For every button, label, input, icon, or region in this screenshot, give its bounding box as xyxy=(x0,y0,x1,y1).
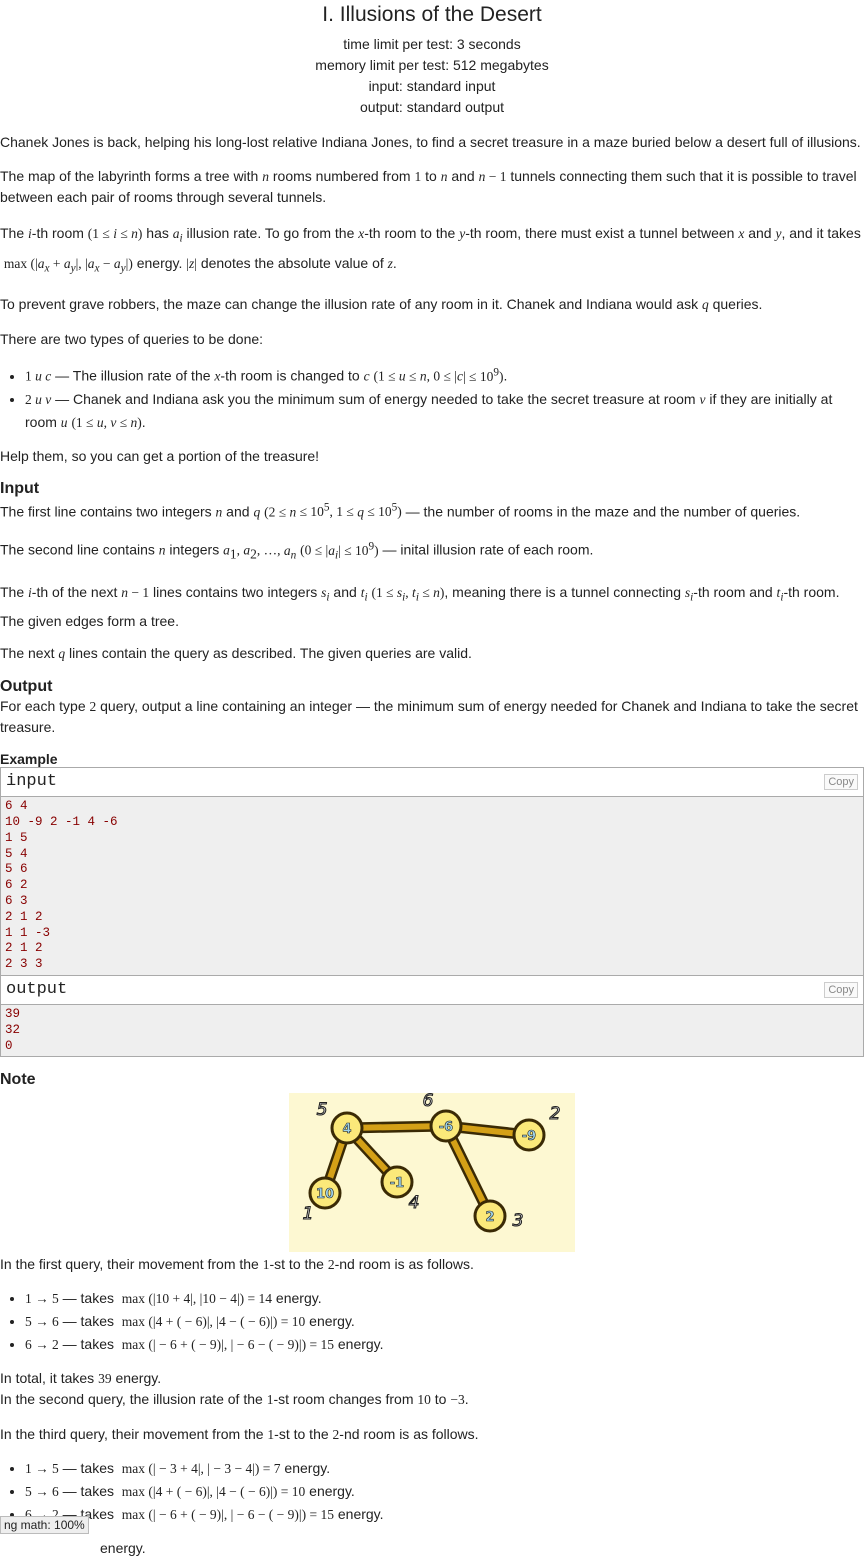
input-label: input xyxy=(6,772,58,792)
tree-node-value: -9 xyxy=(522,1129,536,1144)
note-p3: In the second query, the illusion rate o… xyxy=(0,1391,469,1408)
input-type: input: standard input xyxy=(368,78,496,94)
output-p1: For each type 2 query, output a line con… xyxy=(0,698,858,736)
tree-node-value: -6 xyxy=(439,1120,453,1135)
statement-p3: The i-th room (1 ≤ i ≤ n) has ai illusio… xyxy=(0,225,861,275)
sample-line: 2 1 2 xyxy=(5,909,43,924)
sample-line: 6 4 xyxy=(5,799,28,814)
query-type-2: 2 u v — Chanek and Indiana ask you the m… xyxy=(25,388,864,434)
math-zoom-indicator[interactable]: ng math: 100% xyxy=(0,1516,89,1534)
tree-node-value: -1 xyxy=(390,1176,404,1191)
sample-test: input Copy 6 4 10 -9 2 -1 4 -6 1 55 45 66 … xyxy=(0,767,864,1058)
sample-output[interactable]: 39 32 0 xyxy=(1,1005,863,1057)
sample-line: 32 xyxy=(5,1022,21,1037)
statement-p1: Chanek Jones is back, helping his long-l… xyxy=(0,134,861,150)
statement-p5: There are two types of queries to be don… xyxy=(0,331,264,348)
example-heading: Example xyxy=(0,751,58,768)
tree-node-label: 3 xyxy=(513,1211,524,1231)
tree-figure: 45-66-92101-142 3 xyxy=(302,1091,561,1233)
copy-output-button[interactable]: Copy xyxy=(824,982,858,999)
sample-line: 10 -9 2 -1 4 -6 xyxy=(5,815,118,830)
step: 1 → 5 — takes max (| − 3 + 4|, | − 3 − 4… xyxy=(25,1457,864,1480)
note-p4: In the third query, their movement from … xyxy=(0,1426,479,1443)
output-label: output xyxy=(6,980,68,1000)
input-p2: The second line contains n integers a1, … xyxy=(0,540,594,562)
note-heading: Note xyxy=(0,1071,36,1089)
step: 1 → 5 — takes max (|10 + 4|, |10 − 4|) =… xyxy=(25,1287,864,1310)
problem-title: I. Illusions of the Desert xyxy=(322,3,542,26)
statement-p6: Help them, so you can get a portion of t… xyxy=(0,447,320,464)
query1-steps: 1 → 5 — takes max (|10 + 4|, |10 − 4|) =… xyxy=(0,1287,864,1356)
note-p1: In the first query, their movement from … xyxy=(0,1256,474,1273)
sample-line: 2 1 2 xyxy=(5,941,43,956)
problem-header: I. Illusions of the Desert time limit pe… xyxy=(0,2,864,118)
copy-input-button[interactable]: Copy xyxy=(824,774,858,791)
sample-line: 1 1 -3 xyxy=(5,925,51,940)
sample-line: 5 4 xyxy=(5,846,28,861)
tree-node-label: 5 xyxy=(317,1100,328,1120)
sample-line: 6 3 xyxy=(5,894,28,909)
step: 6 → 2 — takes max (| − 6 + ( − 9)|, | − … xyxy=(25,1333,864,1356)
note-figure: 4 5 -6 6 -9 2 10 1 -1 4 2 3 xyxy=(289,1091,575,1253)
tree-node-label: 6 xyxy=(423,1093,434,1111)
sample-line: 5 6 xyxy=(5,862,28,877)
query3-steps: 1 → 5 — takes max (| − 3 + 4|, | − 3 − 4… xyxy=(0,1457,864,1526)
memory-limit: memory limit per test: 512 megabytes xyxy=(315,57,549,73)
tree-node-value: 4 xyxy=(342,1122,351,1137)
problem-statement: Chanek Jones is back, helping his long-l… xyxy=(0,132,864,1558)
query-types: 1 u c — The illusion rate of the x-th ro… xyxy=(0,361,864,434)
sample-line: 2 3 3 xyxy=(5,957,43,972)
tree-node-value: 10 xyxy=(316,1187,334,1202)
tree-node-value: 2 xyxy=(485,1210,494,1225)
time-limit: time limit per test: 3 seconds xyxy=(343,36,521,52)
output-type: output: standard output xyxy=(360,99,504,115)
step: 5 → 6 — takes max (|4 + ( − 6)|, |4 − ( … xyxy=(25,1480,864,1503)
sample-line: 39 xyxy=(5,1007,21,1022)
statement-p4: To prevent grave robbers, the maze can c… xyxy=(0,296,763,313)
input-p1: The first line contains two integers n a… xyxy=(0,501,801,520)
tree-node-label: 2 xyxy=(550,1104,561,1124)
step: 6 → 2 — takes max (| − 6 + ( − 9)|, | − … xyxy=(25,1503,864,1526)
statement-p2: The map of the labyrinth forms a tree wi… xyxy=(0,168,857,205)
tree-node-label: 1 xyxy=(303,1204,314,1224)
sample-line: 1 5 xyxy=(5,830,28,845)
input-p4: The next q lines contain the query as de… xyxy=(0,645,472,662)
note-p2: In total, it takes 39 energy. xyxy=(0,1370,162,1387)
tree-node-label: 4 xyxy=(409,1193,420,1213)
sample-line: 6 2 xyxy=(5,878,28,893)
output-heading: Output xyxy=(0,678,53,696)
sample-input[interactable]: 6 4 10 -9 2 -1 4 -6 1 55 45 66 26 32 1 21 … xyxy=(1,797,863,976)
sample-line: 0 xyxy=(5,1038,13,1053)
note-p5: energy. xyxy=(100,1540,146,1557)
input-p3: The i-th of the next n − 1 lines contain… xyxy=(0,583,840,630)
input-heading: Input xyxy=(0,479,40,497)
step: 5 → 6 — takes max (|4 + ( − 6)|, |4 − ( … xyxy=(25,1310,864,1333)
query-type-1: 1 u c — The illusion rate of the x-th ro… xyxy=(25,361,864,388)
